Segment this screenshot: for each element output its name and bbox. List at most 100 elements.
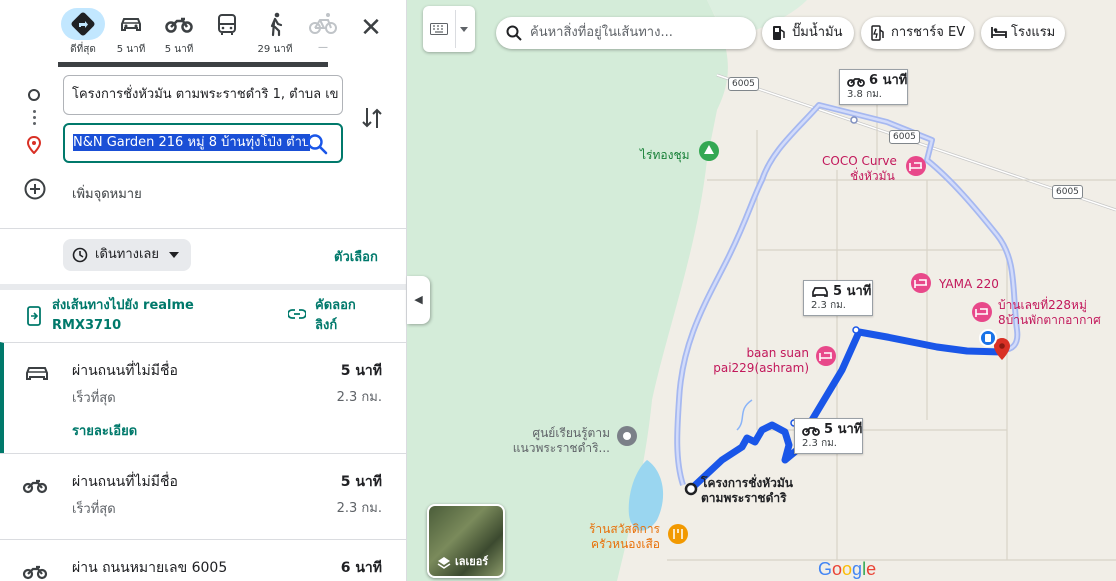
- route-option-1[interactable]: ผ่านถนนที่ไม่มีชื่อ เร็วที่สุด 5 นาที 2.…: [0, 342, 406, 453]
- dropdown-arrow-icon: [169, 252, 179, 258]
- walk-icon: [253, 8, 297, 40]
- divider: [0, 228, 406, 229]
- origin-point-icon: [684, 482, 698, 496]
- callout-time: 5 นาที: [824, 422, 863, 437]
- callout-distance: 3.8 กม.: [847, 89, 882, 100]
- search-placeholder: ค้นหาสิ่งที่อยู่ในเส้นทาง...: [530, 25, 673, 40]
- place-line: baan suan: [746, 346, 809, 360]
- send-to-device-row: ส่งเส้นทางไปยัง realme RMX3710 คัดลอกลิง…: [0, 290, 406, 342]
- google-logo: Google: [818, 559, 877, 579]
- origin-marker-icon: [28, 89, 40, 101]
- place-line: ร้านสวัสดิการ: [588, 522, 660, 536]
- road-shield: 6005: [728, 77, 759, 91]
- bus-icon: [205, 8, 249, 40]
- place-label-rai[interactable]: ไร่ทองชุม: [640, 148, 690, 163]
- chevron-left-icon: ◀: [414, 293, 423, 306]
- route-title: ผ่านถนนที่ไม่มีชื่อ: [72, 363, 178, 379]
- options-link[interactable]: ตัวเลือก: [334, 246, 378, 267]
- route-callout-car[interactable]: 5 นาที 2.3 กม.: [803, 280, 873, 316]
- car-icon: [812, 287, 828, 297]
- route-node: [852, 326, 860, 334]
- best-route-icon: [61, 8, 105, 40]
- car-icon: [109, 8, 153, 40]
- place-line: ชั่งหัวมัน: [850, 169, 895, 183]
- place-line: COCO Curve: [822, 154, 897, 168]
- leave-now-button[interactable]: เดินทางเลย: [63, 239, 191, 271]
- road-shield: 6005: [889, 130, 920, 144]
- separator: [455, 10, 456, 48]
- callout-distance: 2.3 กม.: [811, 300, 846, 311]
- motorcycle-icon: [802, 427, 820, 436]
- add-destination-label[interactable]: เพิ่มจุดหมาย: [72, 183, 142, 204]
- route-callout-moto-alt[interactable]: 6 นาที 3.8 กม.: [839, 69, 908, 105]
- mode-best[interactable]: ดีที่สุด: [59, 8, 107, 57]
- mode-walk[interactable]: 29 นาที: [251, 8, 299, 57]
- mode-bicycle[interactable]: —: [299, 8, 347, 53]
- mode-car[interactable]: 5 นาที: [107, 8, 155, 57]
- place-line: 8บ้านพักตากอากาศ: [998, 313, 1101, 327]
- callout-distance: 2.3 กม.: [802, 438, 837, 449]
- phone-send-icon: [27, 306, 41, 326]
- place-line: บ้านเลขที่228หมู่: [998, 298, 1087, 312]
- hotel-marker-icon: [906, 156, 926, 176]
- place-line: แนวพระราชดำริ...: [512, 441, 610, 455]
- search-icon[interactable]: [306, 133, 328, 155]
- motorcycle-icon: [157, 8, 201, 40]
- place-label-baan[interactable]: บ้านเลขที่228หมู่ 8บ้านพักตากอากาศ: [998, 298, 1101, 328]
- route-subtitle: เร็วที่สุด: [72, 391, 116, 406]
- input-tools-button[interactable]: [423, 6, 475, 52]
- destination-hotel-marker: [979, 329, 997, 347]
- travel-mode-bar: ดีที่สุด 5 นาที 5 นาที 29 นาที — ✕: [0, 0, 406, 67]
- chip-gas-station[interactable]: ปั๊มน้ำมัน: [762, 17, 854, 49]
- callout-time: 6 นาที: [869, 73, 908, 88]
- route-title: ผ่าน ถนนหมายเลข 6005: [72, 560, 228, 576]
- place-label-yama[interactable]: YAMA 220: [939, 277, 999, 292]
- destination-input[interactable]: N&N Garden 216 หมู่ 8 บ้านทุ่งโป่ง ตำบ: [63, 123, 343, 163]
- place-label-shop[interactable]: ร้านสวัสดิการ ครัวหนองเสือ: [560, 522, 660, 552]
- callout-time: 5 นาที: [833, 284, 872, 299]
- mode-tab-underline: [58, 62, 328, 67]
- copy-link-button[interactable]: คัดลอกลิงก์: [315, 296, 375, 336]
- chip-label: ปั๊มน้ำมัน: [792, 25, 843, 40]
- chip-label: การชาร์จ EV: [891, 25, 966, 40]
- learning-center-marker-icon: [617, 426, 637, 446]
- close-directions-button[interactable]: ✕: [355, 12, 387, 44]
- route-callout-moto[interactable]: 5 นาที 2.3 กม.: [794, 418, 863, 454]
- chip-ev-charging[interactable]: การชาร์จ EV: [861, 17, 974, 49]
- keyboard-icon: [430, 23, 448, 35]
- leave-now-label: เดินทางเลย: [95, 247, 160, 262]
- send-to-device-link[interactable]: ส่งเส้นทางไปยัง realme RMX3710: [52, 296, 252, 336]
- place-label-origin[interactable]: โครงการชั่งหัวมัน ตามพระราชดำริ: [701, 476, 793, 506]
- ev-charging-icon: [871, 25, 884, 41]
- link-icon: [288, 309, 306, 319]
- waypoint-dots: [33, 110, 36, 128]
- search-along-route-input[interactable]: ค้นหาสิ่งที่อยู่ในเส้นทาง...: [496, 17, 756, 49]
- place-label-learning-center[interactable]: ศูนย์เรียนรู้ตาม แนวพระราชดำริ...: [510, 426, 610, 456]
- route-distance: 2.3 กม.: [336, 390, 382, 405]
- place-line: ตามพระราชดำริ: [701, 491, 787, 505]
- route-option-2[interactable]: ผ่านถนนที่ไม่มีชื่อ เร็วที่สุด 5 นาที 2.…: [0, 453, 406, 539]
- green-area: [407, 0, 728, 581]
- collapse-panel-button[interactable]: ◀: [407, 276, 430, 324]
- route-details-link[interactable]: รายละเอียด: [72, 420, 137, 441]
- add-destination-icon[interactable]: [24, 178, 46, 200]
- route-title: ผ่านถนนที่ไม่มีชื่อ: [72, 474, 178, 490]
- place-line: โครงการชั่งหัวมัน: [701, 476, 793, 490]
- directions-panel: ดีที่สุด 5 นาที 5 นาที 29 นาที — ✕ โครงก…: [0, 0, 407, 581]
- place-line: ครัวหนองเสือ: [590, 537, 660, 551]
- layers-button[interactable]: เลเยอร์: [427, 504, 505, 578]
- swap-icon[interactable]: [358, 104, 386, 132]
- mode-motorcycle[interactable]: 5 นาที: [155, 8, 203, 57]
- route-node: [850, 116, 858, 124]
- place-label-coco[interactable]: COCO Curve ชั่งหัวมัน: [822, 154, 897, 184]
- route-subtitle: เร็วที่สุด: [72, 502, 116, 517]
- origin-input[interactable]: โครงการชั่งหัวมัน ตามพระราชดำริ 1, ตำบล …: [63, 75, 343, 115]
- road-shield: 6005: [1052, 185, 1083, 199]
- motorcycle-icon: [22, 565, 48, 580]
- mode-transit[interactable]: [203, 8, 251, 42]
- route-time: 6 นาที: [340, 560, 382, 576]
- place-label-baan-suan[interactable]: baan suan pai229(ashram): [709, 346, 809, 376]
- chip-hotel[interactable]: โรงแรม: [981, 17, 1065, 49]
- clock-icon: [72, 247, 88, 263]
- route-option-3[interactable]: ผ่าน ถนนหมายเลข 6005 6 นาที: [0, 539, 406, 581]
